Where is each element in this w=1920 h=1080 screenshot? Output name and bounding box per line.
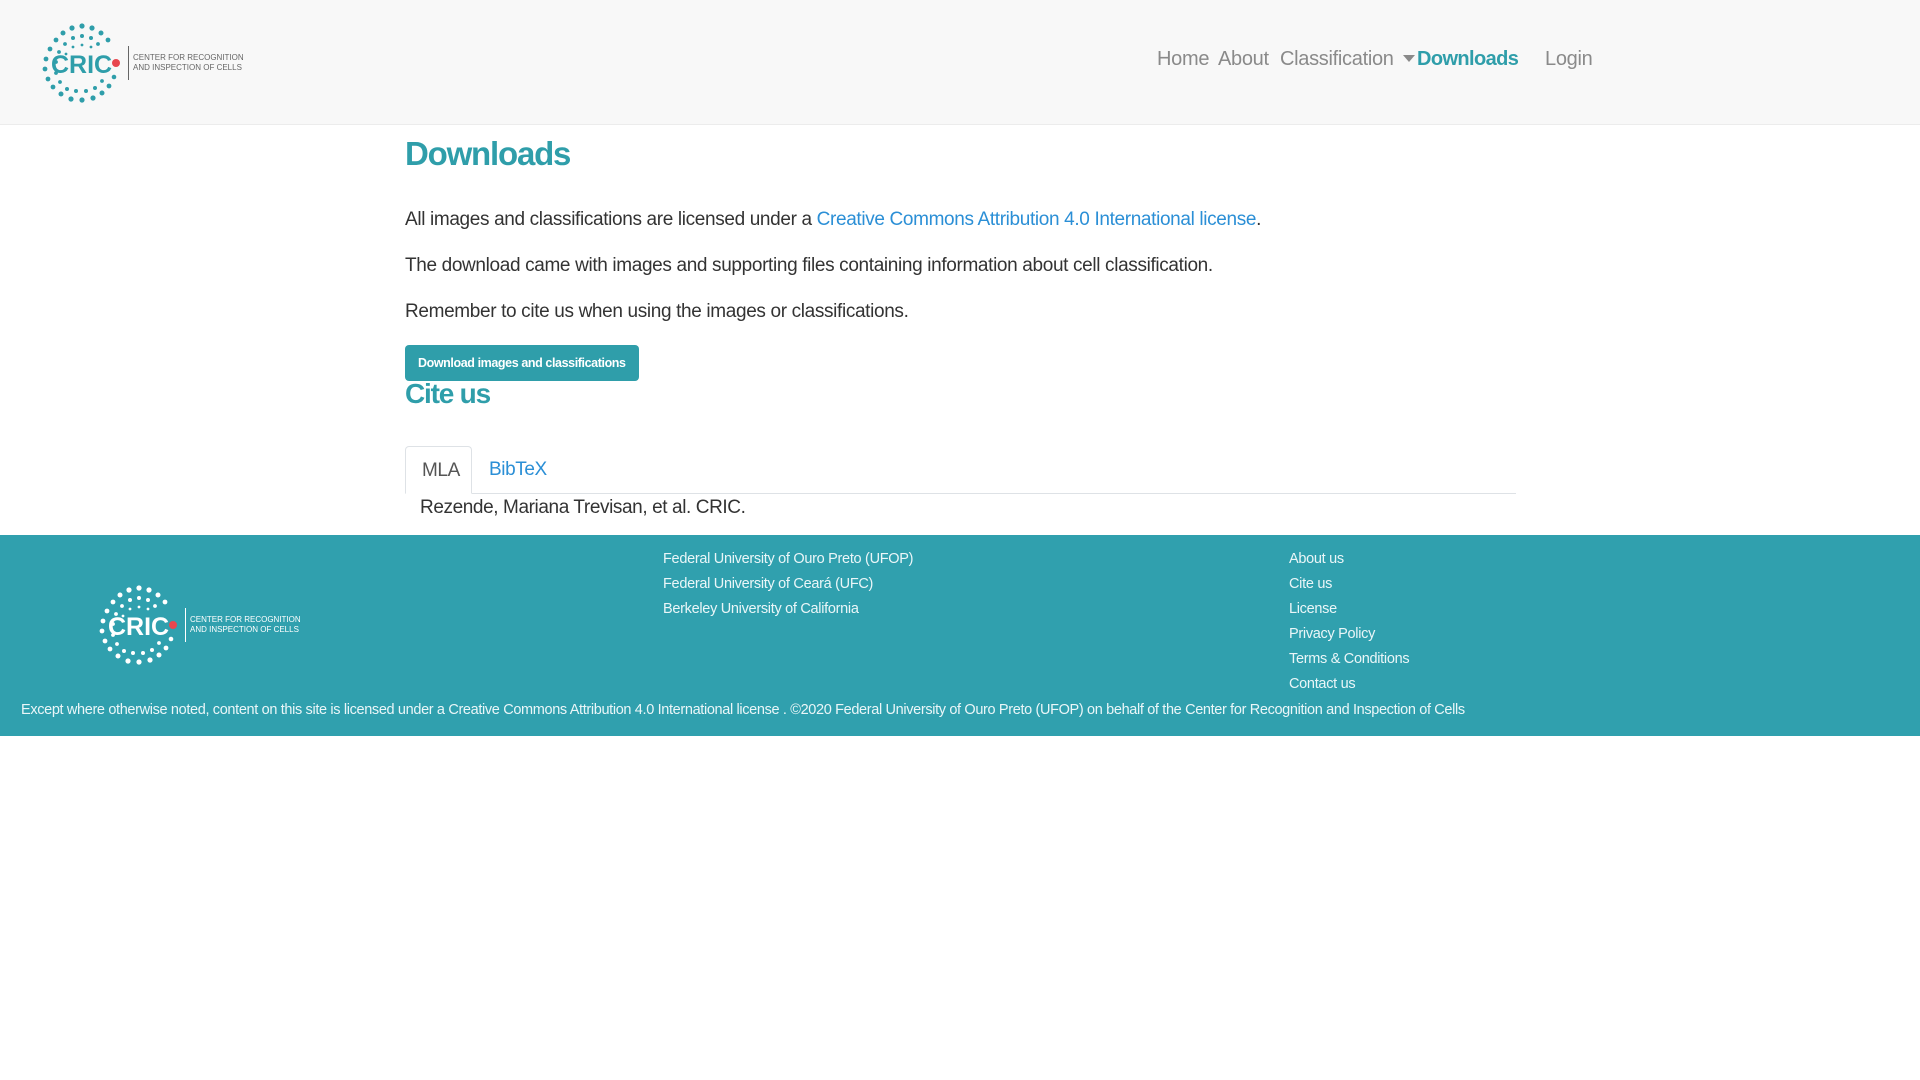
- list-item: Contact us: [1289, 674, 1409, 699]
- svg-text:CRIC: CRIC: [51, 51, 112, 79]
- list-item: About us: [1289, 549, 1409, 574]
- tab-mla[interactable]: MLA: [405, 446, 472, 494]
- license-suffix: .: [1256, 209, 1262, 230]
- citation-tabs: MLA BibTeX: [405, 446, 1516, 494]
- cric-dots-logo-icon: CRIC: [99, 585, 177, 665]
- footer-link-privacy-policy[interactable]: Privacy Policy: [1289, 626, 1375, 642]
- logo-divider: [185, 608, 186, 642]
- cric-logo[interactable]: CRIC CENTER FOR RECOGNITION AND INSPECTI…: [40, 23, 244, 103]
- list-item: License: [1289, 599, 1409, 624]
- footer-link-license[interactable]: License: [1289, 601, 1337, 617]
- footer-link-cite-us[interactable]: Cite us: [1289, 576, 1332, 592]
- footer-link-ufc[interactable]: Federal University of Ceará (UFC): [663, 576, 873, 592]
- nav-downloads[interactable]: Downloads: [1417, 48, 1519, 71]
- caret-down-icon: [1402, 55, 1415, 62]
- license-text: All images and classifications are licen…: [405, 209, 817, 230]
- download-info-paragraph: The download came with images and suppor…: [405, 255, 1213, 276]
- footer-link-terms[interactable]: Terms & Conditions: [1289, 651, 1410, 667]
- footer-cric-logo[interactable]: CRIC CENTER FOR RECOGNITION AND INSPECTI…: [97, 585, 301, 665]
- site-header: CRIC CENTER FOR RECOGNITION AND INSPECTI…: [0, 0, 1920, 125]
- cite-us-heading: Cite us: [405, 378, 491, 409]
- page-title: Downloads: [405, 135, 571, 172]
- cite-reminder-paragraph: Remember to cite us when using the image…: [405, 301, 909, 322]
- footer-link-about-us[interactable]: About us: [1289, 551, 1344, 567]
- license-paragraph: All images and classifications are licen…: [405, 209, 1261, 231]
- logo-tagline: CENTER FOR RECOGNITION AND INSPECTION OF…: [133, 53, 244, 72]
- site-footer: CRIC CENTER FOR RECOGNITION AND INSPECTI…: [0, 535, 1920, 736]
- tab-bibtex[interactable]: BibTeX: [473, 446, 563, 494]
- footer-universities-list: Federal University of Ouro Preto (UFOP) …: [663, 549, 913, 624]
- footer-link-contact-us[interactable]: Contact us: [1289, 676, 1356, 692]
- citation-text: Rezende, Mariana Trevisan, et al. CRIC.: [420, 497, 746, 518]
- list-item: Terms & Conditions: [1289, 649, 1410, 674]
- list-item: Berkeley University of California: [663, 599, 913, 624]
- footer-link-berkeley[interactable]: Berkeley University of California: [663, 601, 859, 617]
- logo-divider: [128, 46, 129, 80]
- nav-about[interactable]: About: [1218, 48, 1269, 71]
- nav-classification-label: Classification: [1280, 48, 1394, 70]
- footer-copyright: Except where otherwise noted, content on…: [21, 702, 1465, 718]
- cric-dots-logo-icon: CRIC: [42, 23, 120, 103]
- footer-link-ufop[interactable]: Federal University of Ouro Preto (UFOP): [663, 551, 913, 567]
- list-item: Cite us: [1289, 574, 1409, 599]
- footer-links-list: About us Cite us License Privacy Policy …: [1289, 549, 1410, 699]
- download-images-button[interactable]: Download images and classifications: [405, 345, 639, 381]
- license-link[interactable]: Creative Commons Attribution 4.0 Interna…: [817, 209, 1257, 230]
- nav-login[interactable]: Login: [1545, 48, 1593, 71]
- nav-home[interactable]: Home: [1157, 48, 1209, 71]
- list-item: Federal University of Ouro Preto (UFOP): [663, 549, 913, 574]
- logo-tagline: CENTER FOR RECOGNITION AND INSPECTION OF…: [190, 615, 301, 634]
- list-item: Privacy Policy: [1289, 624, 1409, 649]
- svg-text:CRIC: CRIC: [108, 613, 169, 641]
- list-item: Federal University of Ceará (UFC): [663, 574, 913, 599]
- nav-classification-dropdown[interactable]: Classification: [1280, 48, 1415, 71]
